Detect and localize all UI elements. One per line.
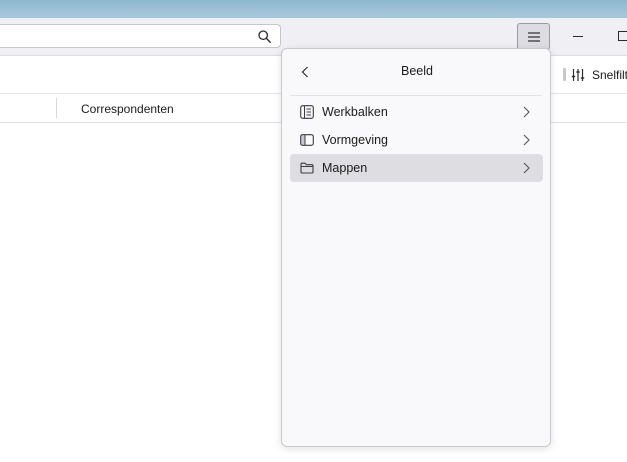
menu-item-label: Mappen [322,161,368,175]
column-header-correspondents[interactable]: Correspondenten [81,102,174,116]
panel-separator [290,95,542,96]
toolbar-separator [563,68,566,81]
view-menu-panel: Beeld Werkbalken Vormgeving Mappen [281,48,551,447]
search-box[interactable] [0,24,281,48]
menu-item-folders[interactable]: Mappen [290,154,543,182]
quick-filter-button-label[interactable]: Snelfilt [592,68,627,82]
filter-sliders-icon[interactable] [571,68,585,82]
app-menu-button[interactable] [517,23,550,50]
menu-item-label: Vormgeving [322,133,389,147]
chevron-right-icon [523,162,530,174]
menu-item-label: Werkbalken [322,105,388,119]
folder-icon [300,162,314,174]
menu-item-toolbars[interactable]: Werkbalken [290,98,543,126]
column-divider[interactable] [56,98,57,118]
layout-icon [300,134,314,146]
maximize-icon[interactable] [612,24,627,48]
panel-title: Beeld [401,64,433,78]
hamburger-menu-icon [528,32,540,42]
chevron-right-icon [523,106,530,118]
toolbars-icon [300,105,314,119]
search-input[interactable] [3,28,243,44]
menu-item-layout[interactable]: Vormgeving [290,126,543,154]
search-icon[interactable] [258,30,271,43]
app-window: Snelfilt Correspondenten Beeld Werkbalke… [0,0,627,462]
title-bar [0,0,627,18]
minimize-icon[interactable] [567,24,589,48]
chevron-right-icon [523,134,530,146]
